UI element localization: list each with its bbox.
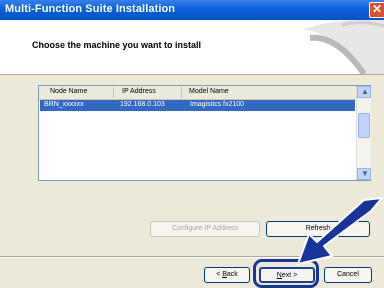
cell-ip-address: 192.168.0.103 — [120, 101, 165, 108]
back-button[interactable]: < Back — [204, 267, 250, 283]
list-row-selected[interactable]: BRN_xxxxxx 192.168.0.103 Imagistics fx21… — [40, 100, 355, 111]
scroll-up-button[interactable]: ▲ — [357, 86, 371, 98]
column-node-name[interactable]: Node Name — [50, 88, 87, 95]
scroll-down-button[interactable]: ▼ — [357, 168, 371, 180]
pointer-arrow-icon — [297, 197, 383, 265]
column-divider[interactable] — [113, 87, 114, 98]
column-ip-address[interactable]: IP Address — [122, 88, 156, 95]
wizard-header: Choose the machine you want to install — [0, 20, 384, 75]
cancel-button[interactable]: Cancel — [324, 267, 372, 283]
list-header: Node Name IP Address Model Name — [39, 86, 356, 100]
scroll-thumb[interactable] — [358, 113, 370, 138]
configure-ip-button[interactable]: Configure IP Address — [150, 221, 260, 237]
column-model-name[interactable]: Model Name — [189, 88, 229, 95]
machine-list[interactable]: Node Name IP Address Model Name BRN_xxxx… — [38, 85, 371, 181]
cell-node-name: BRN_xxxxxx — [44, 101, 84, 108]
column-divider[interactable] — [181, 87, 182, 98]
close-icon: ✕ — [372, 2, 383, 16]
cell-model-name: Imagistics fx2100 — [190, 101, 245, 108]
chevron-up-icon: ▲ — [361, 87, 369, 96]
back-label: ack — [226, 271, 238, 278]
vertical-scrollbar[interactable]: ▲ ▼ — [356, 86, 371, 180]
window-title: Multi-Function Suite Installation — [5, 3, 176, 15]
title-bar[interactable]: Multi-Function Suite Installation ✕ — [0, 0, 384, 20]
page-heading: Choose the machine you want to install — [32, 40, 202, 50]
close-button[interactable]: ✕ — [369, 2, 384, 18]
installer-window: Multi-Function Suite Installation ✕ Choo… — [0, 0, 384, 288]
header-graphic-icon — [302, 20, 384, 74]
chevron-down-icon: ▼ — [361, 169, 369, 178]
